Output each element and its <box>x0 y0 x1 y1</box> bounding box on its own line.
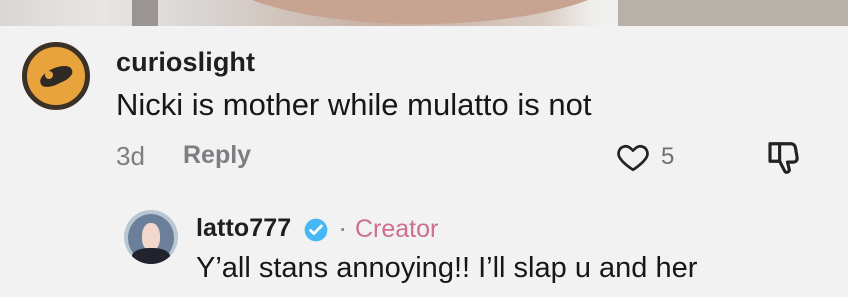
heart-icon[interactable] <box>614 140 652 174</box>
dislike-icon[interactable] <box>762 135 806 177</box>
video-preview-strip <box>0 0 848 26</box>
like-count: 5 <box>661 143 675 170</box>
avatar-bird-shape <box>37 61 75 91</box>
creator-badge: Creator <box>355 215 439 243</box>
video-background-right <box>618 0 848 26</box>
video-face <box>210 0 630 24</box>
verified-icon <box>304 218 328 242</box>
comment-text: Nicki is mother while mulatto is not <box>116 87 592 122</box>
avatar-shirt <box>132 248 170 264</box>
creator-separator: · <box>338 212 348 243</box>
reply-text: Y’all stans annoying!! I’ll slap u and h… <box>196 252 698 284</box>
avatar[interactable] <box>22 42 90 110</box>
reply-button[interactable]: Reply <box>183 141 251 170</box>
reply-username[interactable]: latto777 <box>196 214 291 243</box>
avatar-eye <box>45 71 53 79</box>
video-background-left <box>132 0 158 26</box>
comment-username[interactable]: curioslight <box>116 47 255 78</box>
avatar-face <box>142 223 160 251</box>
creator-avatar[interactable] <box>124 210 178 264</box>
comment-timestamp: 3d <box>116 141 145 171</box>
